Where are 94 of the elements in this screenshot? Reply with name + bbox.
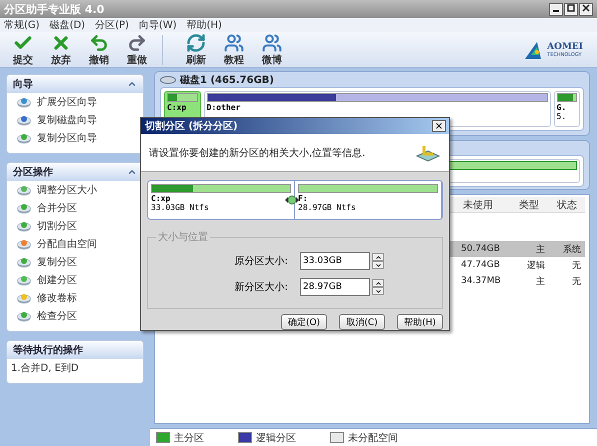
toolbar-button[interactable]: 提交 (4, 32, 42, 66)
close-icon (582, 4, 590, 12)
disk-icon (17, 132, 31, 144)
disk-icon (17, 274, 31, 286)
panel-title: 等待执行的操作 (13, 344, 83, 357)
people-icon (224, 32, 244, 52)
logo-name: AOMEI (547, 42, 583, 52)
undo-icon (89, 32, 109, 52)
column-header[interactable]: 状态 (549, 198, 585, 212)
usage-bar (167, 93, 198, 102)
legend-label: 未分配空间 (348, 432, 398, 444)
group-title: 大小与位置 (157, 230, 209, 244)
partition-label: G. (556, 103, 568, 112)
sidebar-item[interactable]: 复制磁盘向导 (7, 111, 143, 129)
size-input[interactable]: 28.97GB (300, 278, 370, 296)
sidebar-item[interactable]: 检查分区 (7, 307, 143, 325)
table-cell-text: 34.37MB (460, 276, 502, 286)
minimize-button[interactable] (549, 2, 563, 16)
toolbar-button[interactable]: 教程 (215, 32, 253, 66)
redo-icon (127, 32, 147, 52)
size-input[interactable]: 33.03GB (300, 252, 370, 270)
table-cell-text: 无 (571, 276, 582, 288)
sidebar-item[interactable]: 分配自由空间 (7, 235, 143, 253)
collapse-icon[interactable] (127, 79, 137, 89)
dialog-message: 请设置你要创建的新分区的相关大小,位置等信息. (149, 146, 366, 160)
close-button[interactable] (579, 2, 593, 16)
partition-block[interactable]: G. 5. (554, 91, 580, 127)
table-cell-text: 系统 (562, 244, 582, 256)
maximize-button[interactable] (564, 2, 578, 16)
table-cell-text: 无 (571, 260, 582, 272)
table-cell-text: 50.74GB (460, 244, 501, 254)
sidebar-item[interactable]: 复制分区向导 (7, 129, 143, 147)
disk-icon (160, 76, 176, 84)
disk-icon (17, 310, 31, 322)
menu-item[interactable]: 帮助(H) (186, 18, 222, 32)
sidebar-item[interactable]: 创建分区 (7, 271, 143, 289)
sidebar-item[interactable]: 切割分区 (7, 217, 143, 235)
field-label: 原分区大小: (234, 254, 289, 268)
partition-detail: 28.97GB Ntfs (298, 203, 357, 212)
table-cell-text: 47.74GB (460, 260, 501, 270)
disk-icon (17, 202, 31, 214)
menu-item[interactable]: 磁盘(D) (50, 18, 86, 32)
panel-title: 向导 (13, 78, 33, 91)
panel-title: 分区操作 (13, 166, 53, 179)
sidebar-item[interactable]: 调整分区大小 (7, 181, 143, 199)
partition-label: D:other (206, 103, 242, 112)
sidebar-item[interactable]: 修改卷标 (7, 289, 143, 307)
disk-icon (17, 238, 31, 250)
sidebar-item[interactable]: 合并分区 (7, 199, 143, 217)
partition-label: F: (298, 194, 309, 203)
maximize-icon (567, 4, 575, 12)
partition-label: C:xp (151, 194, 172, 203)
disk-icon (17, 96, 31, 108)
sidebar-item[interactable]: 扩展分区向导 (7, 93, 143, 111)
partition-detail: 5. (556, 112, 568, 121)
field-label: 新分区大小: (234, 280, 289, 294)
disk-icon (17, 184, 31, 196)
usage-bar (556, 93, 577, 102)
disk-icon (17, 114, 31, 126)
menu-item[interactable]: 分区(P) (95, 18, 129, 32)
table-cell-text: 主 (535, 244, 546, 256)
dialog-button[interactable]: 帮助(H) (397, 314, 443, 330)
toolbar-button[interactable]: 重做 (118, 32, 156, 66)
disk-icon (17, 292, 31, 304)
table-cell-text: 逻辑 (526, 260, 546, 272)
dialog-button[interactable]: 确定(O) (281, 314, 327, 330)
spin-up-button[interactable] (372, 253, 384, 261)
legend-label: 主分区 (174, 432, 204, 444)
close-button[interactable]: × (432, 120, 446, 132)
disk-icon (17, 256, 31, 268)
people-icon (262, 32, 282, 52)
spin-down-button[interactable] (372, 287, 384, 295)
refresh-icon (186, 32, 206, 52)
menu-item[interactable]: 常规(G) (4, 18, 40, 32)
toolbar-button[interactable]: 撤销 (80, 32, 118, 66)
spin-up-button[interactable] (372, 279, 384, 287)
toolbar-button[interactable]: 微博 (253, 32, 291, 66)
column-header[interactable]: 类型 (509, 198, 549, 212)
table-cell-text: 主 (535, 276, 546, 288)
partition-label: C:xp (167, 103, 188, 112)
menu-item[interactable]: 向导(W) (138, 18, 177, 32)
partition-detail: 33.03GB Ntfs (151, 203, 210, 212)
toolbar-button[interactable]: 刷新 (177, 32, 215, 66)
resize-handle[interactable] (285, 195, 299, 205)
legend-label: 逻辑分区 (256, 432, 296, 444)
window-title: 分区助手专业版 4.0 (4, 2, 104, 16)
sidebar-item[interactable]: 复制分区 (7, 253, 143, 271)
disk-title: 磁盘1 (465.76GB) (180, 74, 274, 87)
toolbar-button[interactable]: 放弃 (42, 32, 80, 66)
pending-operation[interactable]: 1.合并D, E到D (7, 359, 143, 377)
disk-icon (17, 220, 31, 232)
dialog-button[interactable]: 取消(C) (339, 314, 385, 330)
collapse-icon[interactable] (127, 167, 137, 177)
spin-down-button[interactable] (372, 261, 384, 269)
